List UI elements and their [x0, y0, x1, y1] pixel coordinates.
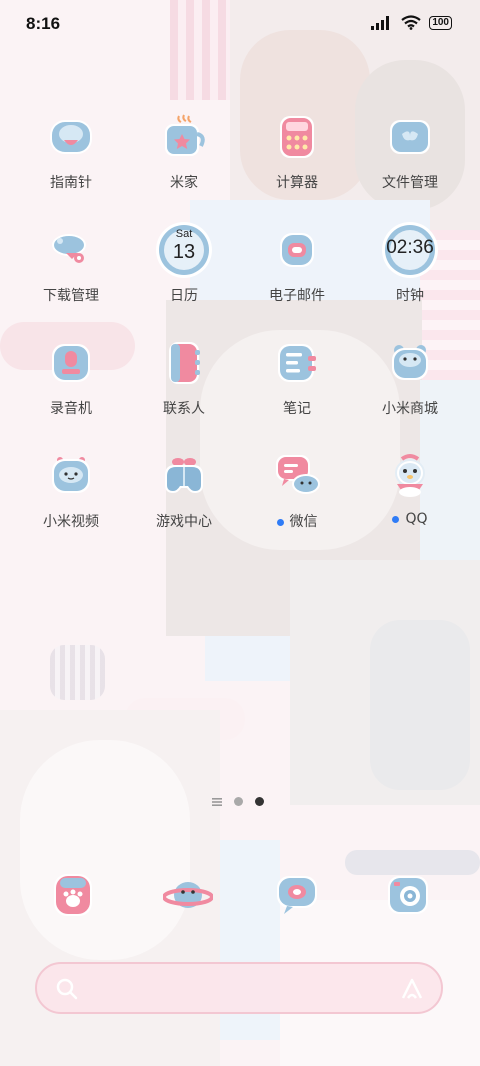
app-label: 米家: [170, 175, 198, 191]
home-menu-icon: [212, 797, 222, 806]
app-download-manager[interactable]: 下载管理: [16, 225, 126, 325]
app-game-center[interactable]: 游戏中心: [129, 451, 239, 551]
app-qq[interactable]: QQ: [355, 451, 465, 551]
app-label: 时钟: [396, 288, 424, 304]
mi-video-icon: [52, 457, 90, 493]
app-label: 指南针: [50, 175, 92, 191]
notification-dot: [276, 518, 284, 526]
page-indicator[interactable]: [212, 797, 264, 806]
dock-app-messages[interactable]: [273, 870, 323, 920]
page-dot-1[interactable]: [234, 797, 243, 806]
app-compass[interactable]: 指南针: [16, 112, 126, 212]
email-icon: [280, 233, 314, 267]
calendar-icon: Sat 13: [159, 225, 209, 275]
mijia-icon: [165, 114, 205, 156]
compass-icon: [50, 120, 92, 154]
dock-app-camera[interactable]: [384, 870, 434, 920]
app-label: 录音机: [50, 401, 92, 417]
app-label: 游戏中心: [156, 514, 212, 530]
recorder-icon: [52, 344, 90, 382]
app-contacts[interactable]: 联系人: [129, 338, 239, 438]
camera-dock-icon: [388, 876, 428, 914]
app-label: QQ: [355, 511, 465, 527]
assistant-icon[interactable]: [399, 976, 425, 1002]
calculator-icon: [280, 116, 314, 158]
battery-icon: 100: [429, 15, 452, 30]
app-mijia[interactable]: 米家: [129, 112, 239, 212]
mi-store-icon: [392, 345, 428, 380]
app-label: 联系人: [163, 401, 205, 417]
app-label: 下载管理: [43, 288, 99, 304]
app-notes[interactable]: 笔记: [242, 338, 352, 438]
calendar-day: 13: [172, 241, 196, 263]
app-label: 微信: [242, 511, 352, 531]
app-email[interactable]: 电子邮件: [242, 225, 352, 325]
app-calendar[interactable]: Sat 13 日历: [129, 225, 239, 325]
calendar-weekday: Sat: [175, 228, 193, 240]
app-label: 文件管理: [382, 175, 438, 191]
clock-icon: 02:36: [385, 225, 435, 275]
page-dot-2-active[interactable]: [255, 797, 264, 806]
game-center-icon: [165, 458, 203, 493]
phone-dock-icon: [54, 874, 92, 916]
app-label: 电子邮件: [269, 288, 325, 304]
app-label: 笔记: [283, 401, 311, 417]
app-mi-video[interactable]: 小米视频: [16, 451, 126, 551]
file-manager-icon: [390, 120, 430, 154]
app-label: 日历: [170, 288, 198, 304]
contacts-icon: [169, 342, 200, 384]
search-bar[interactable]: [35, 962, 443, 1014]
browser-dock-icon: [162, 882, 214, 908]
app-file-manager[interactable]: 文件管理: [355, 112, 465, 212]
status-time: 8:16: [26, 14, 61, 33]
app-label: 小米商城: [382, 401, 438, 417]
cellular-signal-icon: [371, 15, 390, 30]
app-recorder[interactable]: 录音机: [16, 338, 126, 438]
download-manager-icon: [52, 234, 86, 263]
search-icon[interactable]: [55, 977, 79, 1001]
dock-app-phone[interactable]: [48, 870, 98, 920]
app-wechat[interactable]: 微信: [242, 451, 352, 551]
notification-dot: [392, 515, 400, 523]
app-clock[interactable]: 02:36 时钟: [355, 225, 465, 325]
app-mi-store[interactable]: 小米商城: [355, 338, 465, 438]
wifi-icon: [401, 15, 421, 30]
dock-app-browser[interactable]: [162, 870, 214, 920]
messages-dock-icon: [277, 876, 317, 914]
notes-icon: [278, 344, 316, 382]
qq-icon: [395, 454, 425, 497]
app-label-text: QQ: [405, 511, 428, 527]
app-label: 计算器: [276, 175, 318, 191]
clock-time: 02:36: [386, 237, 434, 258]
app-label-text: 微信: [289, 514, 318, 530]
app-calculator[interactable]: 计算器: [242, 112, 352, 212]
wechat-icon: [276, 455, 320, 494]
app-label: 小米视频: [43, 514, 99, 530]
status-bar: 8:16 100: [0, 0, 480, 50]
